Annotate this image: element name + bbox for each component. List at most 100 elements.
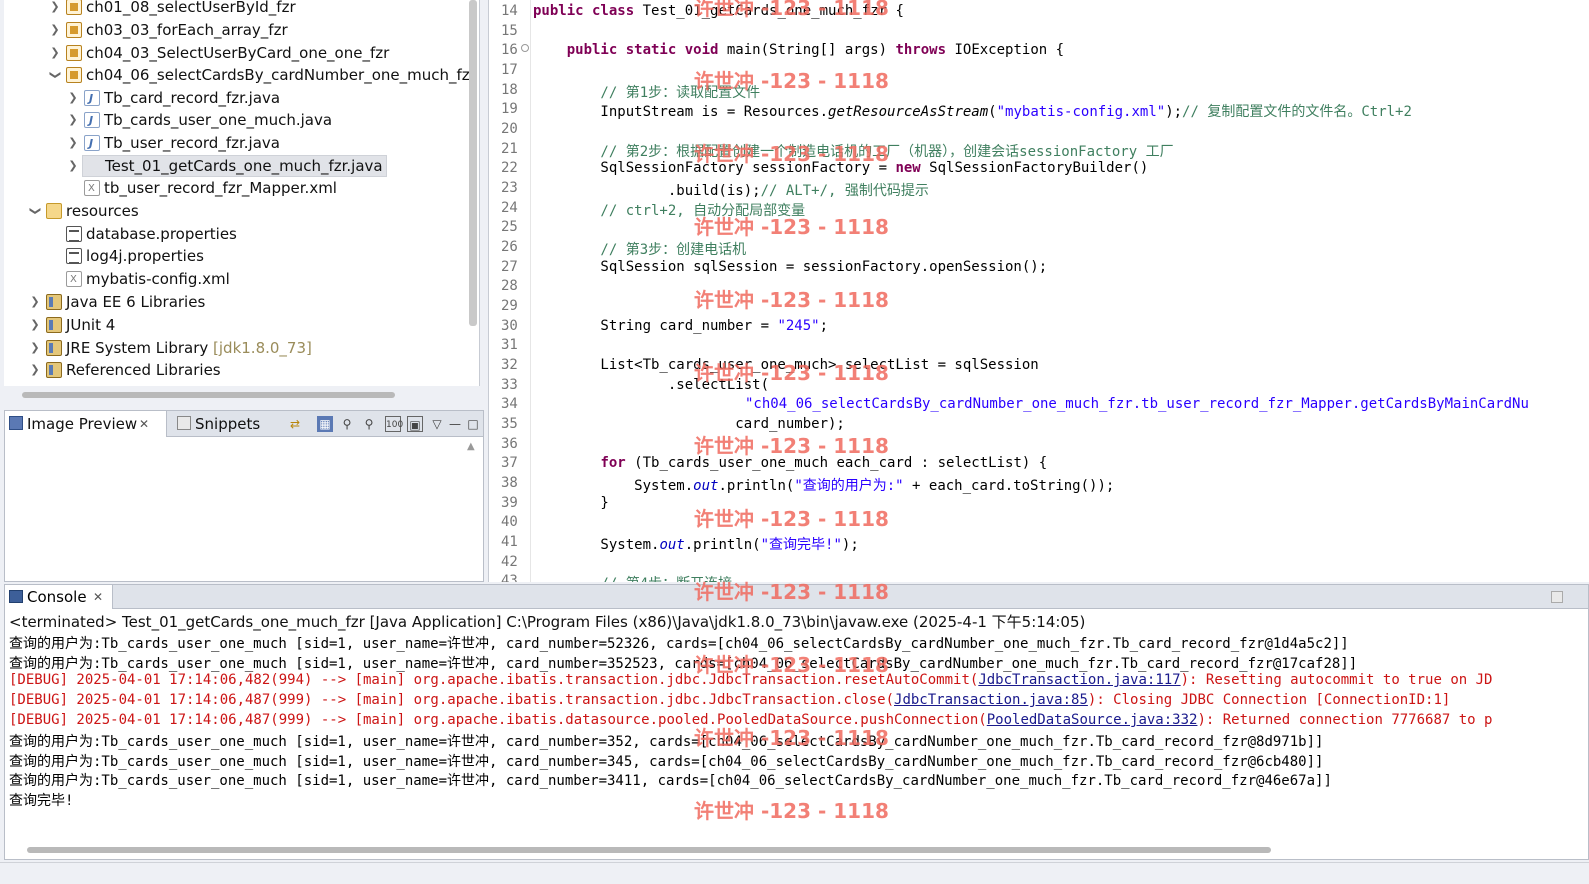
tree-item-java-file[interactable]: ❯ Tb_user_record_fzr.java — [66, 132, 466, 155]
java-file-icon — [84, 133, 100, 155]
tree-item-label: database.properties — [86, 225, 237, 243]
chevron-right-icon[interactable]: ❯ — [28, 314, 42, 336]
maximize-icon[interactable]: □ — [465, 416, 481, 432]
tree-item-java-file-selected[interactable]: ❯ Test_01_getCards_one_much_fzr.java — [66, 155, 466, 178]
tab-label: Image Preview — [27, 415, 138, 433]
code-text: String card_number = — [533, 318, 778, 334]
console-icon — [9, 590, 23, 603]
explorer-horizontal-scrollbar[interactable] — [22, 392, 395, 398]
zoom-out-icon[interactable]: ⚲ — [339, 416, 355, 432]
library-icon — [46, 294, 62, 310]
explorer-vertical-scrollbar[interactable] — [469, 0, 477, 326]
console-debug-line: [DEBUG] 2025-04-01 17:14:06,482(994) -->… — [9, 672, 1492, 688]
console-tab-bar: Console ✕ — [5, 585, 1588, 609]
package-icon — [66, 0, 82, 15]
close-icon[interactable]: ✕ — [93, 585, 103, 609]
chevron-right-icon[interactable]: ❯ — [48, 0, 62, 18]
console-line: 查询完毕! — [9, 793, 74, 809]
zoom-in-icon[interactable]: ⚲ — [361, 416, 377, 432]
tree-item-library[interactable]: ❯ Referenced Libraries — [28, 359, 468, 381]
tree-item-label: resources — [66, 202, 139, 220]
java-file-icon — [84, 110, 100, 132]
tree-item-package[interactable]: ❯ ch01_08_selectUserById_fzr — [48, 0, 468, 18]
fit-window-icon[interactable]: ▣ — [407, 416, 423, 432]
properties-file-icon — [66, 226, 82, 242]
link-icon[interactable]: ⇄ — [287, 416, 303, 432]
image-preview-panel: Image Preview ✕ Snippets ⇄ ▦ ⚲ ⚲ 100 ▣ ▽… — [4, 410, 484, 582]
line-number: 34 — [501, 396, 518, 412]
tree-item-label: ch04_06_selectCardsBy_cardNumber_one_muc… — [86, 66, 476, 84]
tree-item-properties[interactable]: log4j.properties — [48, 245, 468, 267]
actual-size-icon[interactable]: 100 — [385, 416, 403, 432]
tree-item-java-file[interactable]: ❯ Tb_cards_user_one_much.java — [66, 109, 466, 132]
tree-item-folder[interactable]: ❯ resources — [28, 200, 468, 222]
keyword: new — [895, 160, 921, 176]
tree-item-properties[interactable]: database.properties — [48, 223, 468, 245]
line-number: 37 — [501, 455, 518, 471]
tab-label: Snippets — [195, 415, 261, 433]
code-text: SqlSessionFactory sessionFactory = — [533, 160, 896, 176]
console-line: 查询的用户为:Tb_cards_user_one_much [sid=1, us… — [9, 656, 1358, 672]
chevron-right-icon[interactable]: ❯ — [66, 87, 80, 109]
chevron-right-icon[interactable]: ❯ — [28, 291, 42, 313]
chevron-right-icon[interactable]: ❯ — [28, 337, 42, 359]
line-number: 15 — [501, 23, 518, 39]
chevron-right-icon[interactable]: ❯ — [66, 132, 80, 154]
chevron-down-icon[interactable]: ❯ — [44, 68, 66, 82]
tree-item-library[interactable]: ❯ Java EE 6 Libraries — [28, 291, 468, 313]
code-text: Test_01_getCards_one_much_fzr { — [634, 3, 904, 19]
line-number: 23 — [501, 180, 518, 196]
chevron-right-icon[interactable]: ❯ — [48, 42, 62, 64]
tree-item-library[interactable]: ❯ JUnit 4 — [28, 314, 468, 336]
maximize-icon[interactable] — [1551, 591, 1563, 603]
console-horizontal-scrollbar[interactable] — [27, 847, 1271, 853]
tree-item-package[interactable]: ❯ ch03_03_forEach_array_fzr — [48, 19, 468, 41]
code-line: .build(is);// ALT+/, 强制代码提示 — [533, 180, 929, 200]
tab-console[interactable]: Console ✕ — [5, 585, 113, 609]
source-link[interactable]: JdbcTransaction.java:85 — [894, 692, 1088, 708]
line-number: 21 — [501, 141, 518, 157]
source-link[interactable]: JdbcTransaction.java:117 — [978, 672, 1180, 688]
console-panel: Console ✕ <terminated> Test_01_getCards_… — [4, 584, 1589, 860]
minimize-icon[interactable]: — — [447, 416, 463, 432]
line-number: 35 — [501, 416, 518, 432]
tab-image-preview[interactable]: Image Preview ✕ — [5, 411, 167, 437]
tree-item-xml-file[interactable]: tb_user_record_fzr_Mapper.xml — [66, 177, 466, 200]
chevron-right-icon[interactable]: ❯ — [66, 155, 80, 177]
tree-item-label: mybatis-config.xml — [86, 270, 230, 288]
tree-item-xml-file[interactable]: mybatis-config.xml — [48, 268, 468, 291]
fold-icon[interactable] — [521, 44, 529, 52]
chevron-right-icon[interactable]: ❯ — [28, 359, 42, 381]
scroll-up-icon[interactable]: ▲ — [467, 441, 475, 452]
code-text: .println( — [718, 478, 795, 494]
chevron-right-icon[interactable]: ❯ — [48, 19, 62, 41]
keyword: for — [600, 455, 626, 471]
code-line: for (Tb_cards_user_one_much each_card : … — [533, 455, 1047, 471]
tab-snippets[interactable]: Snippets — [173, 411, 265, 437]
tree-item-library[interactable]: ❯ JRE System Library [jdk1.8.0_73] — [28, 337, 468, 359]
xml-file-icon — [66, 269, 82, 291]
tree-item-package[interactable]: ❯ ch04_03_SelectUserByCard_one_one_fzr — [48, 42, 468, 64]
view-menu-icon[interactable]: ▽ — [429, 416, 445, 432]
line-number: 22 — [501, 160, 518, 176]
code-line: } — [533, 495, 609, 511]
code-text: SqlSessionFactoryBuilder() — [920, 160, 1149, 176]
debug-text: ): Closing JDBC Connection [ConnectionID… — [1087, 692, 1451, 708]
chevron-right-icon[interactable]: ❯ — [66, 109, 80, 131]
chevron-down-icon[interactable]: ❯ — [24, 204, 46, 218]
source-link[interactable]: PooledDataSource.java:332 — [987, 712, 1198, 728]
line-number: 28 — [501, 278, 518, 294]
library-icon — [46, 362, 62, 378]
line-number: 14 — [501, 3, 518, 19]
preview-scrollbar[interactable]: ▲ — [467, 441, 477, 579]
tree-item-package-expanded[interactable]: ❯ ch04_06_selectCardsBy_cardNumber_one_m… — [48, 64, 476, 86]
tree-item-java-file[interactable]: ❯ Tb_card_record_fzr.java — [66, 87, 466, 110]
close-icon[interactable]: ✕ — [139, 411, 149, 437]
code-editor[interactable]: 14 15 16 17 18 19 20 21 22 23 24 25 26 2… — [488, 0, 1589, 582]
code-text: .println( — [684, 537, 761, 553]
fit-image-icon[interactable]: ▦ — [317, 416, 333, 432]
code-text: ( — [988, 104, 997, 120]
line-number: 30 — [501, 318, 518, 334]
